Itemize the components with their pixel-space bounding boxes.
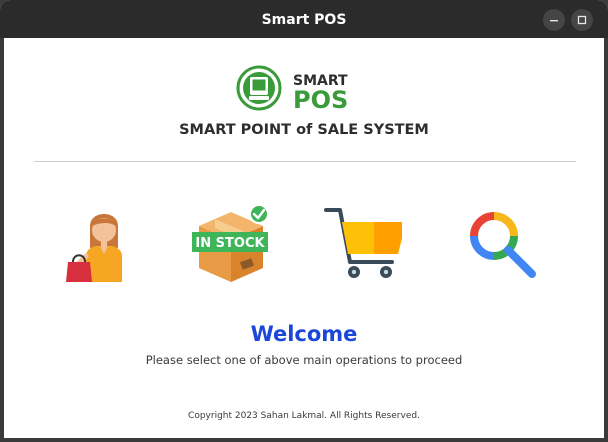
sales-operation-button[interactable] [60, 204, 140, 284]
window-title: Smart POS [261, 12, 347, 28]
shopper-icon [66, 214, 122, 282]
inventory-operation-button[interactable]: IN STOCK [191, 204, 271, 284]
instruction-text: Please select one of above main operatio… [145, 353, 463, 367]
minimize-button[interactable] [543, 9, 565, 31]
shopping-cart-icon [324, 208, 402, 278]
smart-pos-logo: SMART POS [236, 65, 348, 111]
app-subtitle: SMART POINT of SALE SYSTEM [179, 122, 429, 138]
header-divider [34, 161, 576, 162]
window-bottom-border [0, 438, 608, 442]
search-operation-button[interactable] [462, 204, 542, 284]
title-bar[interactable]: Smart POS [0, 0, 608, 38]
pos-terminal-icon [236, 65, 282, 111]
in-stock-box-icon: IN STOCK [192, 204, 269, 282]
welcome-heading: Welcome [250, 322, 358, 346]
window-right-border [604, 38, 608, 442]
copyright-text: Copyright 2023 Sahan Lakmal. All Rights … [188, 411, 420, 421]
maximize-icon [577, 15, 587, 25]
maximize-button[interactable] [571, 9, 593, 31]
window-left-border [0, 38, 4, 442]
main-content: SMART POS SMART POINT of SALE SYSTEM IN … [4, 38, 604, 438]
app-window: Smart POS SMART POS SMART POINT of SALE … [0, 0, 608, 442]
logo-text-pos: POS [293, 86, 348, 111]
cart-operation-button[interactable] [322, 204, 402, 284]
search-icon [470, 212, 536, 278]
minimize-icon [550, 20, 558, 22]
in-stock-label: IN STOCK [195, 236, 265, 251]
